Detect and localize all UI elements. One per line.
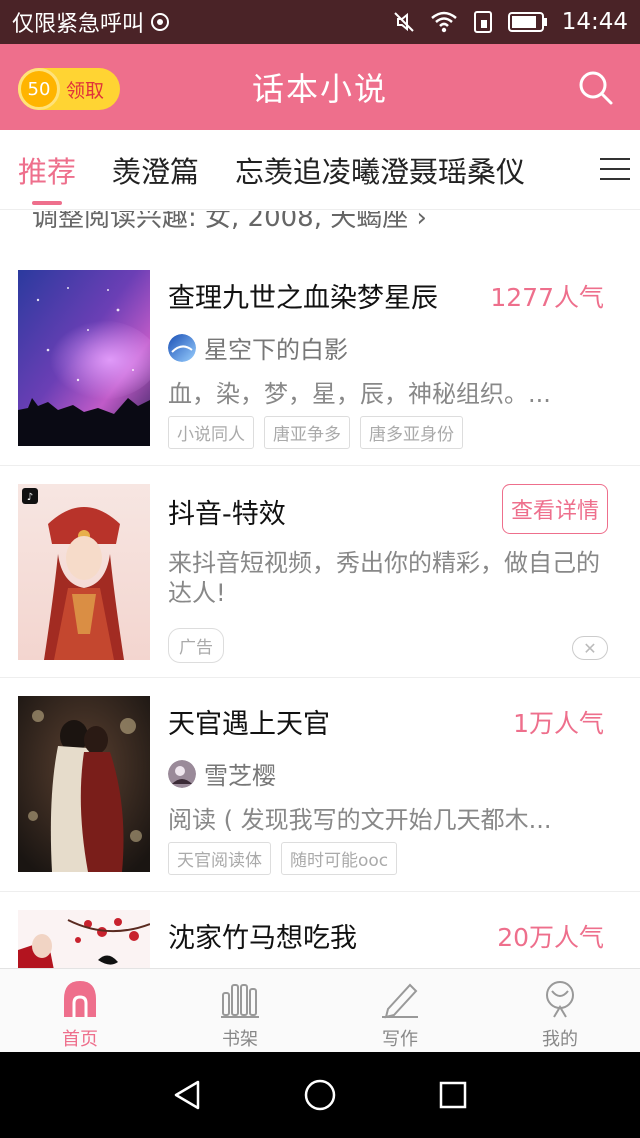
menu-icon[interactable]	[600, 156, 630, 182]
bottom-nav: 首页 书架 写作 我的	[0, 968, 640, 1052]
book-cover[interactable]	[18, 270, 150, 446]
sim-icon	[472, 10, 494, 34]
tag[interactable]: 天官阅读体	[168, 842, 271, 875]
circle-home-icon[interactable]	[300, 1075, 340, 1115]
carrier-label: 仅限紧急呼叫	[12, 6, 170, 38]
nav-write[interactable]: 写作	[320, 969, 480, 1052]
ad-badge: 广告	[168, 628, 224, 663]
book-cover[interactable]	[18, 910, 150, 968]
tag[interactable]: 随时可能ooc	[281, 842, 398, 875]
popularity-count: 1万人气	[513, 709, 604, 738]
list-item[interactable]: 查理九世之血染梦星辰 1277人气 星空下的白影 血，染，梦，星，辰，神秘组织。…	[0, 252, 640, 466]
wifi-icon	[430, 11, 458, 33]
nav-bookshelf[interactable]: 书架	[160, 969, 320, 1052]
carrier-text: 仅限紧急呼叫	[12, 12, 145, 37]
popularity-count: 20万人气	[497, 923, 604, 952]
interest-text: 调整阅读兴趣: 女, 2008, 天蝎座 ›	[32, 211, 427, 233]
profile-icon	[546, 981, 574, 1018]
nav-home[interactable]: 首页	[0, 969, 160, 1052]
ad-description: 来抖音短视频，秀出你的精彩，做自己的达人!	[168, 549, 600, 607]
author-name: 星空下的白影	[204, 336, 348, 364]
nav-label: 写作	[382, 1029, 418, 1050]
pen-icon	[382, 983, 418, 1019]
book-description: 血，染，梦，星，辰，神秘组织。...	[168, 380, 551, 408]
nav-label: 我的	[542, 1029, 578, 1050]
nav-label: 首页	[62, 1029, 98, 1050]
popularity-count: 1277人气	[490, 283, 604, 312]
home-icon	[64, 981, 96, 1017]
search-icon[interactable]	[578, 70, 614, 106]
tag-list: 天官阅读体 随时可能ooc	[168, 842, 398, 875]
tag-list: 小说同人 唐亚争多 唐多亚身份	[168, 416, 463, 449]
system-nav-bar	[0, 1052, 640, 1138]
ad-cover[interactable]: ♪	[18, 484, 150, 660]
status-bar: 仅限紧急呼叫 14:44	[0, 0, 640, 44]
category-tabs: 推荐 羡澄篇 忘羡追凌曦澄聂瑶桑仪	[0, 130, 640, 210]
battery-icon	[507, 11, 548, 33]
nav-label: 书架	[222, 1029, 258, 1050]
book-title[interactable]: 沈家竹马想吃我	[168, 916, 357, 955]
book-title[interactable]: 天官遇上天官	[168, 702, 330, 741]
view-details-button[interactable]: 查看详情	[501, 484, 608, 534]
nav-profile[interactable]: 我的	[480, 969, 640, 1052]
recent-apps-icon[interactable]	[433, 1075, 473, 1115]
nfc-icon	[150, 12, 170, 32]
mute-icon	[392, 10, 416, 34]
svg-text:♪: ♪	[27, 492, 33, 503]
tab-recommend[interactable]: 推荐	[18, 149, 76, 205]
list-item[interactable]: 天官遇上天官 1万人气 雪芝樱 阅读 ( 发现我写的文开始几天都木... 天官阅…	[0, 678, 640, 892]
book-title[interactable]: 查理九世之血染梦星辰	[168, 276, 438, 315]
book-description: 阅读 ( 发现我写的文开始几天都木...	[168, 806, 552, 834]
author[interactable]: 雪芝樱	[168, 756, 276, 791]
chevron-right-icon: ›	[416, 211, 427, 233]
clock: 14:44	[561, 9, 628, 35]
list-item[interactable]: 沈家竹马想吃我 20万人气	[0, 892, 640, 968]
tab-wangxian[interactable]: 忘羡追凌曦澄聂瑶桑仪	[235, 149, 525, 191]
bookshelf-icon	[221, 984, 259, 1018]
page-title: 话本小说	[251, 70, 388, 108]
tag[interactable]: 小说同人	[168, 416, 254, 449]
ad-title[interactable]: 抖音-特效	[168, 492, 286, 531]
interest-banner[interactable]: 调整阅读兴趣: 女, 2008, 天蝎座 ›	[0, 211, 640, 233]
ad-item[interactable]: ♪ 抖音-特效 查看详情 来抖音短视频，秀出你的精彩，做自己的达人! 广告 ✕	[0, 466, 640, 678]
tab-xiancheng[interactable]: 羡澄篇	[112, 149, 199, 191]
back-icon[interactable]	[167, 1075, 207, 1115]
author[interactable]: 星空下的白影	[168, 330, 348, 365]
tag[interactable]: 唐亚争多	[264, 416, 350, 449]
book-cover[interactable]	[18, 696, 150, 872]
author-name: 雪芝樱	[204, 762, 276, 790]
claim-coins-button[interactable]: 50 领取	[18, 68, 120, 110]
claim-label: 领取	[66, 79, 105, 102]
avatar	[168, 333, 196, 362]
app-header: 50 领取 话本小说	[0, 44, 640, 130]
avatar	[168, 759, 196, 788]
close-icon[interactable]: ✕	[572, 636, 608, 660]
coin-icon: 50	[18, 68, 60, 110]
coin-value: 50	[27, 78, 51, 100]
tag[interactable]: 唐多亚身份	[360, 416, 463, 449]
